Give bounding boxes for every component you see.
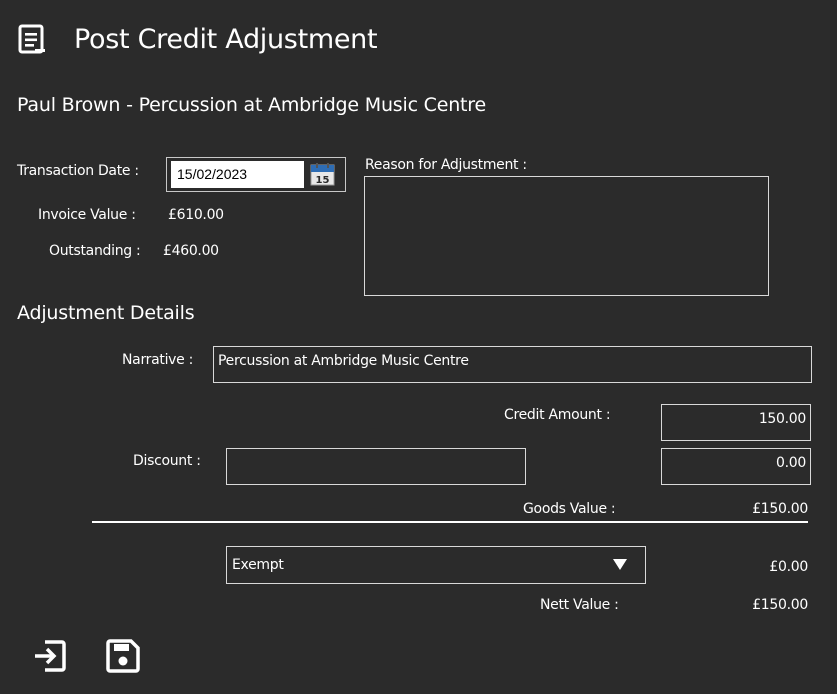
nett-value-label: Nett Value : (540, 597, 619, 613)
reason-label: Reason for Adjustment : (365, 157, 527, 173)
invoice-value-label: Invoice Value : (38, 207, 136, 223)
save-icon[interactable] (105, 638, 141, 674)
document-list-icon (18, 24, 45, 54)
goods-value-label: Goods Value : (523, 501, 616, 517)
transaction-date-picker[interactable]: 15/02/2023 15 (166, 157, 346, 192)
exit-icon[interactable] (32, 638, 68, 674)
discount-label: Discount : (133, 453, 201, 469)
calendar-icon[interactable]: 15 (308, 162, 337, 187)
vat-amount: £0.00 (769, 559, 808, 575)
discount-amount-input[interactable]: 0.00 (661, 448, 811, 485)
outstanding-value: £460.00 (163, 243, 219, 259)
narrative-input[interactable]: Percussion at Ambridge Music Centre (213, 346, 812, 383)
page-title: Post Credit Adjustment (74, 24, 378, 55)
outstanding-label: Outstanding : (49, 243, 141, 259)
calendar-day-text: 15 (316, 175, 330, 186)
vat-code-selected: Exempt (232, 557, 284, 573)
student-course-line: Paul Brown - Percussion at Ambridge Musi… (17, 94, 486, 116)
discount-description-input[interactable] (226, 448, 526, 485)
transaction-date-input[interactable]: 15/02/2023 (171, 161, 304, 188)
transaction-date-label: Transaction Date : (17, 163, 139, 179)
invoice-value: £610.00 (168, 207, 224, 223)
goods-value: £150.00 (752, 501, 808, 517)
dropdown-arrow-icon (613, 559, 627, 570)
credit-amount-label: Credit Amount : (504, 407, 611, 423)
totals-divider (92, 521, 808, 523)
nett-value: £150.00 (752, 597, 808, 613)
narrative-label: Narrative : (122, 352, 194, 368)
adjustment-details-heading: Adjustment Details (17, 302, 195, 324)
vat-code-dropdown[interactable]: Exempt (226, 546, 646, 584)
reason-textarea[interactable] (364, 176, 769, 296)
credit-amount-input[interactable]: 150.00 (661, 404, 811, 441)
